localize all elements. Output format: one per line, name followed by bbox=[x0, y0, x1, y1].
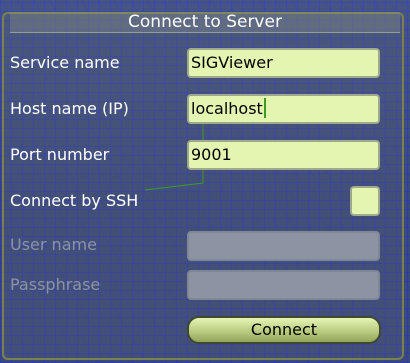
connect-by-ssh-label: Connect by SSH bbox=[10, 191, 139, 210]
service-name-input[interactable]: SIGViewer bbox=[187, 48, 380, 78]
connect-button[interactable]: Connect bbox=[187, 316, 381, 344]
passphrase-label: Passphrase bbox=[10, 275, 101, 294]
connect-by-ssh-checkbox[interactable] bbox=[350, 186, 380, 216]
host-name-value: localhost bbox=[191, 99, 263, 118]
passphrase-input[interactable] bbox=[187, 270, 380, 300]
service-name-label: Service name bbox=[10, 53, 120, 72]
port-number-label: Port number bbox=[10, 145, 110, 164]
port-number-input[interactable]: 9001 bbox=[187, 140, 380, 170]
text-caret bbox=[263, 98, 266, 118]
host-name-label: Host name (IP) bbox=[10, 99, 129, 118]
host-name-input[interactable]: localhost bbox=[187, 94, 380, 124]
user-name-input[interactable] bbox=[187, 231, 380, 261]
user-name-label: User name bbox=[10, 235, 97, 254]
